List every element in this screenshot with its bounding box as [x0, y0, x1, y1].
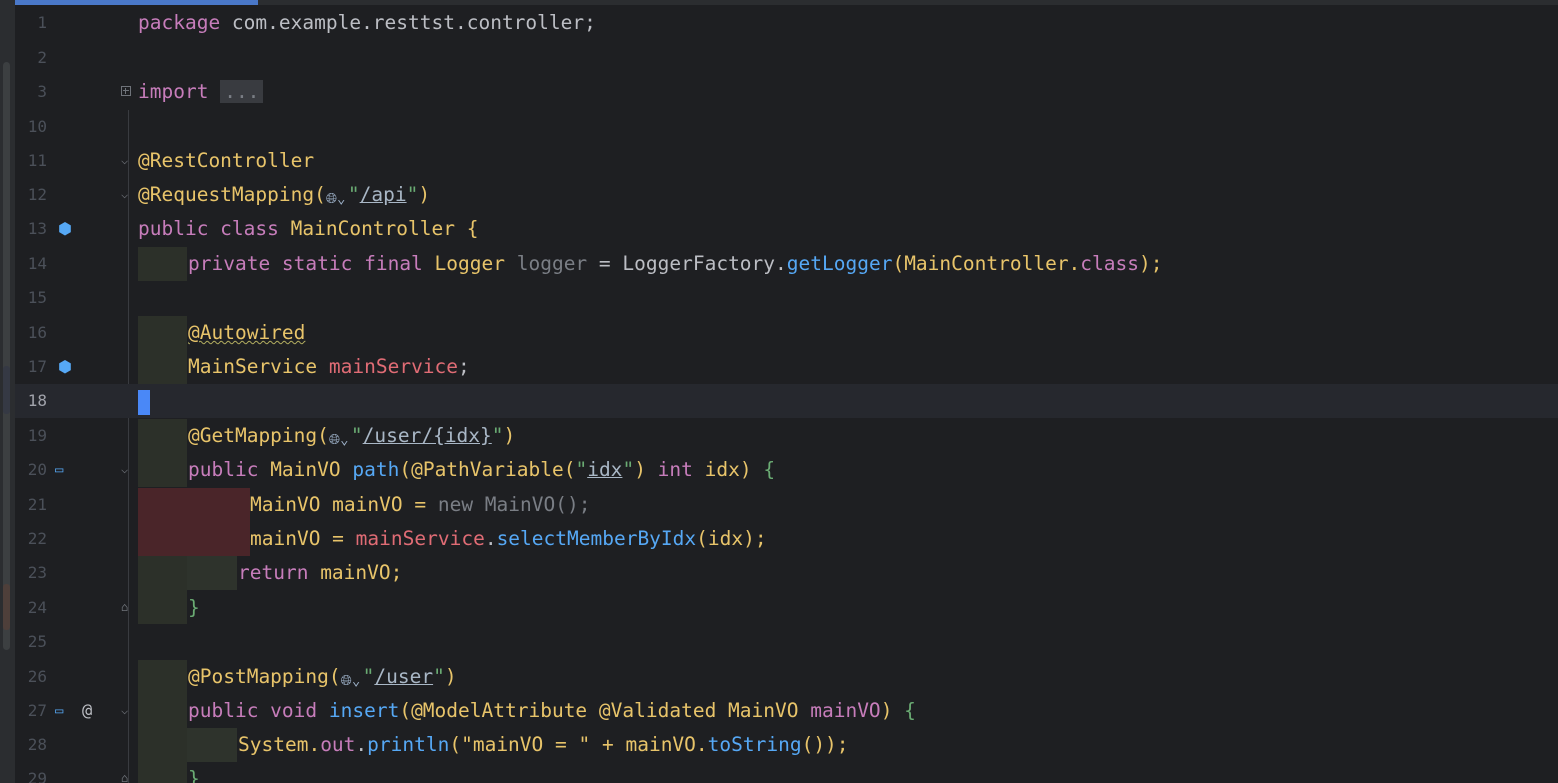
fold-icon[interactable]: ⌵	[121, 704, 132, 717]
globe-icon[interactable]: 🌐︎⌄	[329, 432, 351, 448]
code-text: mainVO = mainService.selectMemberByIdx(i…	[250, 527, 767, 550]
line-number: 13	[27, 219, 47, 238]
autowired-bean-icon[interactable]: ⬢	[58, 350, 72, 384]
code-line[interactable]: 21 MainVO mainVO = new MainVO();	[15, 488, 1558, 522]
implementation-icon[interactable]: @	[82, 694, 92, 728]
code-line[interactable]: 22 mainVO = mainService.selectMemberById…	[15, 522, 1558, 556]
text-caret	[138, 390, 150, 415]
code-text: }	[188, 767, 200, 783]
code-line[interactable]: 16 @Autowired	[15, 316, 1558, 350]
fold-expand-icon[interactable]	[121, 86, 131, 96]
line-number: 12	[27, 185, 47, 204]
line-number: 14	[27, 254, 47, 273]
fold-end-icon[interactable]: ⌂	[121, 772, 132, 783]
fold-icon[interactable]: ⌵	[121, 463, 132, 476]
code-text: MainVO mainVO = new MainVO();	[250, 493, 591, 516]
code-text: MainService mainService;	[188, 355, 470, 378]
code-editor[interactable]: 1 package com.example.resttst.controller…	[0, 0, 1558, 783]
code-line[interactable]: 20 ▭ ⌵ public MainVO path(@PathVariable(…	[15, 453, 1558, 487]
code-line[interactable]: 15	[15, 281, 1558, 315]
code-text: public class MainController {	[138, 217, 479, 240]
line-number: 26	[27, 667, 47, 686]
fold-icon[interactable]: ⌵	[121, 188, 132, 201]
code-text: public void insert(@ModelAttribute @Vali…	[188, 699, 916, 722]
code-line[interactable]: 12 ⌵ @RequestMapping(🌐︎⌄ "/api")	[15, 178, 1558, 212]
code-line[interactable]: 26 @PostMapping(🌐︎⌄ "/user")	[15, 660, 1558, 694]
code-text: import ...	[138, 75, 264, 109]
code-line[interactable]: 29 ⌂ }	[15, 762, 1558, 783]
code-text: @PostMapping(🌐︎⌄ "/user")	[188, 665, 457, 689]
code-text: return mainVO;	[238, 561, 403, 584]
code-line[interactable]: 19 @GetMapping(🌐︎⌄ "/user/{idx}")	[15, 419, 1558, 453]
line-number: 27	[27, 701, 47, 720]
endpoint-icon[interactable]: ▭	[55, 453, 63, 487]
code-line[interactable]: 1 package com.example.resttst.controller…	[15, 6, 1558, 40]
line-number: 29	[27, 769, 47, 783]
line-number: 3	[37, 82, 47, 101]
code-text: @GetMapping(🌐︎⌄ "/user/{idx}")	[188, 424, 516, 448]
code-text: }	[188, 596, 200, 619]
globe-icon[interactable]: 🌐︎⌄	[341, 673, 363, 689]
line-number: 1	[37, 13, 47, 32]
endpoint-icon[interactable]: ▭	[55, 694, 63, 728]
line-number: 10	[27, 117, 47, 136]
code-line[interactable]: 13 ⬢ public class MainController {	[15, 212, 1558, 246]
line-number: 21	[27, 495, 47, 514]
fold-icon[interactable]: ⌵	[121, 154, 132, 167]
code-text: System.out.println("mainVO = " + mainVO.…	[238, 733, 849, 756]
code-line[interactable]: 24 ⌂ }	[15, 591, 1558, 625]
bean-icon[interactable]: ⬢	[58, 212, 72, 246]
line-number: 18	[27, 391, 47, 410]
code-line[interactable]: 27 ▭ @ ⌵ public void insert(@ModelAttrib…	[15, 694, 1558, 728]
code-text: private static final Logger logger = Log…	[188, 252, 1163, 275]
scrollbar[interactable]	[3, 62, 10, 650]
line-number: 11	[27, 151, 47, 170]
line-number: 24	[27, 598, 47, 617]
globe-icon[interactable]: 🌐︎⌄	[326, 191, 348, 207]
code-line[interactable]: 17 ⬢ MainService mainService;	[15, 350, 1558, 384]
line-number: 25	[27, 632, 47, 651]
line-number: 16	[27, 323, 47, 342]
code-line[interactable]: 23 return mainVO;	[15, 556, 1558, 590]
code-text: public MainVO path(@PathVariable("idx") …	[188, 458, 776, 481]
scroll-marker	[3, 366, 10, 414]
line-number: 19	[27, 426, 47, 445]
folded-imports[interactable]: ...	[220, 80, 264, 103]
line-number: 23	[27, 563, 47, 582]
line-number: 17	[27, 357, 47, 376]
code-line[interactable]: 14 private static final Logger logger = …	[15, 247, 1558, 281]
fold-end-icon[interactable]: ⌂	[121, 601, 132, 614]
line-number: 22	[27, 529, 47, 548]
code-line[interactable]: 28 System.out.println("mainVO = " + main…	[15, 728, 1558, 762]
active-tab-indicator	[15, 0, 258, 5]
code-text: @RequestMapping(🌐︎⌄ "/api")	[138, 183, 431, 207]
tab-bar	[258, 0, 1558, 5]
code-line[interactable]: 25	[15, 625, 1558, 659]
left-gutter-strip	[0, 0, 15, 783]
line-number: 28	[27, 735, 47, 754]
code-line[interactable]: 11 ⌵ @RestController	[15, 144, 1558, 178]
code-line[interactable]: 2	[15, 41, 1558, 75]
code-line[interactable]: 3 import ...	[15, 75, 1558, 109]
change-marker	[3, 584, 10, 630]
code-text: @RestController	[138, 149, 315, 172]
code-text: @Autowired	[188, 321, 306, 344]
line-number: 15	[27, 288, 47, 307]
line-number: 20	[27, 460, 47, 479]
code-line[interactable]: 10	[15, 110, 1558, 144]
code-line-current[interactable]: 18	[15, 384, 1558, 418]
code-text: package com.example.resttst.controller;	[138, 11, 596, 34]
line-number: 2	[37, 48, 47, 67]
